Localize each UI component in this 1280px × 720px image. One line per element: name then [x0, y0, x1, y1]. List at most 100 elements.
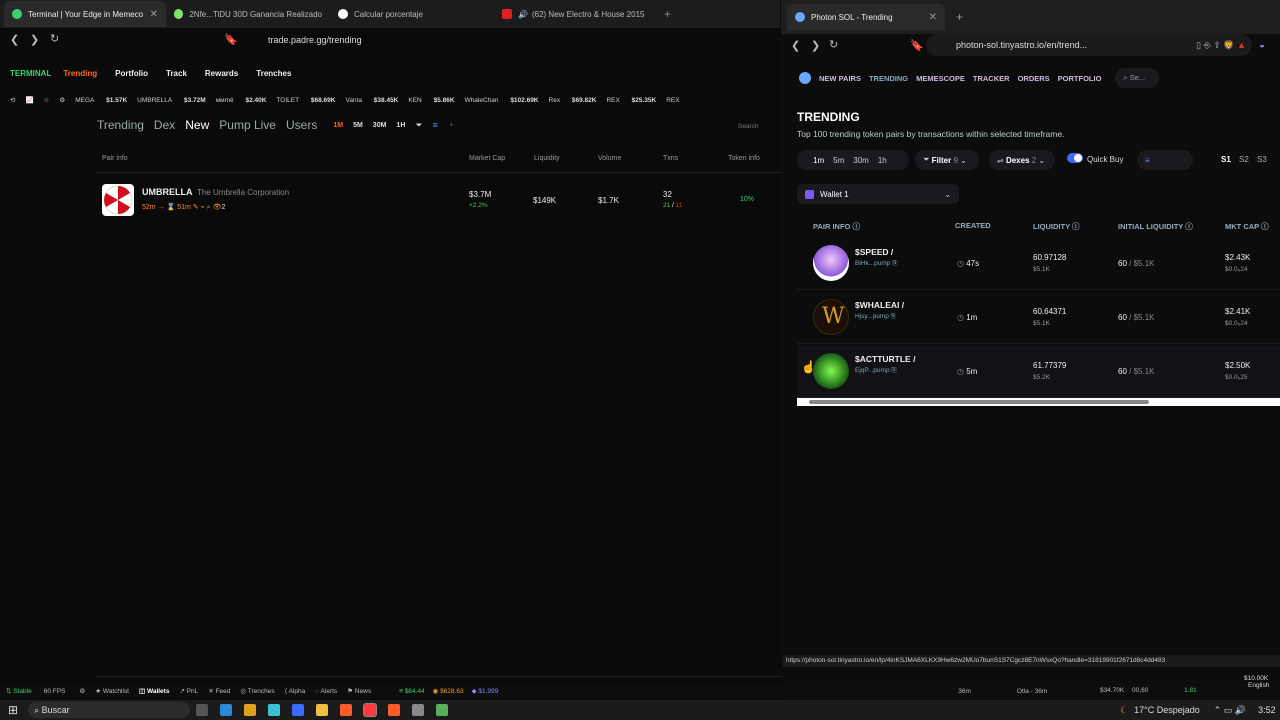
settings-icon[interactable]: ⚙: [59, 96, 65, 104]
nav-trending[interactable]: TRENDING: [869, 74, 908, 83]
tab-youtube[interactable]: 🔊 (62) New Electro & House 2015: [494, 1, 656, 27]
ticker-item[interactable]: KEN $5.86K: [408, 97, 454, 104]
ticker-item[interactable]: TOILET $68.69K: [276, 97, 335, 104]
horizontal-scrollbar[interactable]: [797, 398, 1280, 406]
subtab-trending[interactable]: Trending: [97, 118, 144, 132]
padre-logo[interactable]: TERMINAL: [10, 69, 51, 78]
tab-ganancia[interactable]: 2Nfe...TiDU 30D Ganancia Realizado: [166, 1, 330, 27]
ticker-item[interactable]: UMBRELLA $3.72M: [137, 97, 206, 104]
reload-icon[interactable]: ↻: [50, 32, 59, 45]
tf-1m[interactable]: 1M: [333, 122, 343, 129]
nav-tracker[interactable]: TRACKER: [973, 74, 1010, 83]
bottom-alpha[interactable]: ⟨ Alpha: [285, 687, 306, 695]
history-icon[interactable]: ⟲: [10, 96, 15, 104]
bottom-alerts[interactable]: ◌ Alerts: [315, 688, 337, 695]
scrollbar-thumb[interactable]: [809, 400, 1149, 404]
tray-icons[interactable]: ⌃ ▭ 🔊: [1214, 705, 1246, 716]
photon-extension-icon[interactable]: ◒: [1259, 40, 1265, 51]
bottom-news[interactable]: ⚑ News: [347, 687, 371, 695]
brave-active-icon[interactable]: [363, 703, 378, 717]
quick-buy-amount[interactable]: ≡: [1137, 150, 1193, 170]
photon-logo-icon[interactable]: [799, 72, 811, 84]
nav-orders[interactable]: ORDERS: [1018, 74, 1050, 83]
nav-track[interactable]: Track: [166, 69, 187, 78]
bottom-feed[interactable]: ✕ Feed: [208, 687, 230, 695]
token-address[interactable]: Hjsy...pump ⎘: [855, 313, 896, 321]
preset-s3[interactable]: S3: [1257, 155, 1267, 164]
table-row[interactable]: W $WHALEAI / Hjsy...pump ⎘ ◷ 1m 60.64371…: [797, 291, 1280, 344]
brave-icon[interactable]: [340, 704, 353, 716]
nav-portfolio[interactable]: Portfolio: [115, 69, 148, 78]
ticker-item[interactable]: MEGA $1.57K: [75, 97, 127, 104]
task-view-icon[interactable]: [196, 704, 209, 716]
bookmark-icon[interactable]: 🔖: [224, 33, 238, 46]
tf-30m[interactable]: 30M: [373, 122, 387, 129]
bookmark-icon[interactable]: 🔖: [910, 39, 924, 52]
token-address[interactable]: EjqP...pump ⎘: [855, 367, 897, 375]
table-row[interactable]: UMBRELLA The Umbrella Corporation 52m → …: [96, 178, 780, 222]
beta-icon[interactable]: ◔: [448, 120, 453, 130]
chart-icon[interactable]: 📈: [25, 96, 33, 104]
bottom-pnl[interactable]: ↗ PnL: [179, 687, 198, 695]
chrome-icon[interactable]: [244, 704, 257, 716]
tf-30m[interactable]: 30m: [853, 156, 869, 165]
bottom-watchlist[interactable]: ★ Watchlist: [95, 687, 129, 695]
bottom-trenches[interactable]: ◎ Trenches: [240, 687, 274, 695]
table-row[interactable]: $ACTTURTLE / EjqP...pump ⎘ ◷ 5m 61.77379…: [797, 345, 1280, 398]
quick-buy-toggle[interactable]: [1067, 153, 1083, 163]
back-icon[interactable]: ❮: [791, 39, 800, 52]
app-icon-3[interactable]: [436, 704, 449, 716]
token-symbol[interactable]: $SPEED /: [855, 247, 893, 257]
nav-memescope[interactable]: MEMESCOPE: [916, 74, 965, 83]
ticker-item[interactable]: REX $25.35K: [606, 97, 656, 104]
clock[interactable]: 3:52: [1258, 705, 1276, 715]
nav-trending[interactable]: Trending: [63, 69, 97, 78]
subtab-users[interactable]: Users: [286, 118, 317, 132]
pair-symbol[interactable]: UMBRELLA: [142, 187, 193, 197]
preset-s2[interactable]: S2: [1239, 155, 1249, 164]
ticker-item[interactable]: ммmё $2.40K: [216, 97, 267, 104]
tab-terminal[interactable]: Terminal | Your Edge in Memeco ✕: [4, 1, 166, 27]
extension-icons[interactable]: ▯ ⎆ ⇪ 🦁 ▲: [1196, 40, 1246, 51]
files-icon[interactable]: [316, 704, 329, 716]
ticker-item[interactable]: Rex $69.82K: [549, 97, 597, 104]
bottom-wallets[interactable]: ◫ Wallets: [139, 687, 169, 695]
ticker-item[interactable]: REX: [666, 97, 689, 104]
filter-icon[interactable]: ⏷: [415, 120, 422, 131]
tf-1h[interactable]: 1h: [878, 156, 887, 165]
close-tab-icon[interactable]: ✕: [144, 9, 158, 20]
tf-5m[interactable]: 5M: [353, 122, 363, 129]
tab-photon[interactable]: Photon SOL - Trending ✕: [787, 4, 945, 30]
ticker-item[interactable]: Vanta $38.45K: [345, 97, 398, 104]
token-address[interactable]: BiHk...pump ⎘: [855, 260, 897, 268]
star-icon[interactable]: ☆: [44, 96, 50, 104]
nav-rewards[interactable]: Rewards: [205, 69, 238, 78]
app-icon-2[interactable]: [412, 704, 425, 716]
tf-1h[interactable]: 1H: [396, 122, 405, 129]
tf-1m[interactable]: 1m: [813, 156, 824, 165]
nav-trenches[interactable]: Trenches: [256, 69, 291, 78]
store-icon[interactable]: [292, 704, 305, 716]
subtab-new[interactable]: New: [185, 118, 209, 132]
tab-porcentaje[interactable]: Calcular porcentaje: [330, 1, 494, 27]
table-row[interactable]: $SPEED / BiHk...pump ⎘ ◷ 47s 60.97128 $5…: [797, 237, 1280, 290]
token-symbol[interactable]: $WHALEAI /: [855, 300, 904, 310]
new-tab-button[interactable]: +: [656, 1, 679, 27]
left-address-bar[interactable]: trade.padre.gg/trending: [244, 28, 780, 52]
nav-portfolio[interactable]: PORTFOLIO: [1058, 74, 1102, 83]
tf-5m[interactable]: 5m: [833, 156, 844, 165]
list-icon[interactable]: ≡: [433, 120, 438, 130]
filter-button[interactable]: ⏷ Filter 9 ⌄: [915, 150, 979, 170]
preset-s1[interactable]: S1: [1221, 155, 1231, 164]
windows-start-icon[interactable]: ⊞: [8, 703, 18, 717]
subtab-pump-live[interactable]: Pump Live: [219, 118, 276, 132]
weather[interactable]: 17°C Despejado: [1134, 705, 1200, 715]
token-symbol[interactable]: $ACTTURTLE /: [855, 354, 915, 364]
edge-icon[interactable]: [220, 704, 233, 716]
padre-search[interactable]: Search: [738, 123, 759, 130]
taskbar-search[interactable]: ⌕ Buscar: [28, 702, 191, 718]
right-address-bar[interactable]: photon-sol.tinyastro.io/en/trend... ▯ ⎆ …: [926, 34, 1252, 56]
reload-icon[interactable]: ↻: [829, 38, 838, 51]
wallet-selector[interactable]: Wallet 1 ⌄: [797, 184, 959, 204]
ticker-item[interactable]: WhaleChan $102.69K: [465, 97, 539, 104]
